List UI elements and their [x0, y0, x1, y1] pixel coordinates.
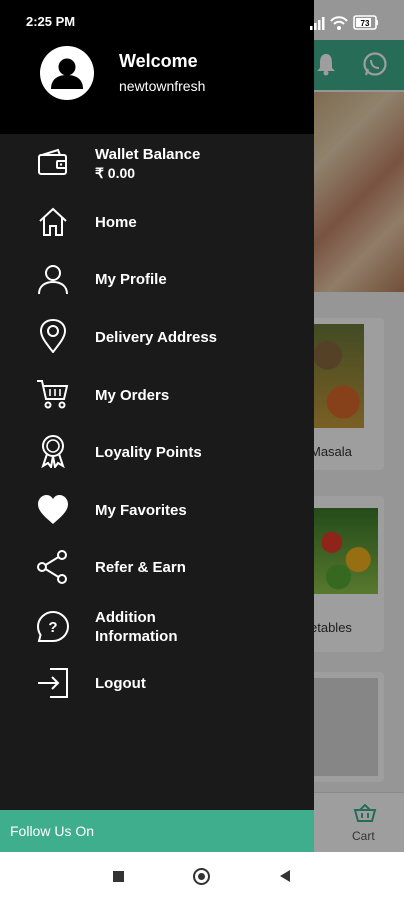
share-icon	[37, 550, 67, 584]
status-icons: 73	[310, 15, 378, 30]
menu-item-label: Home	[95, 214, 137, 231]
back-button[interactable]	[280, 870, 290, 882]
user-avatar-icon	[51, 58, 83, 89]
avatar[interactable]	[40, 46, 94, 100]
menu-item-label: Loyality Points	[95, 444, 202, 461]
menu-item-loyality-points[interactable]: Loyality Points	[0, 426, 314, 478]
wifi-icon	[330, 16, 348, 30]
follow-us-label: Follow Us On	[10, 823, 95, 839]
menu-item-my-orders[interactable]: My Orders	[0, 369, 314, 421]
menu-item-home[interactable]: Home	[0, 196, 314, 248]
heart-icon	[38, 495, 68, 524]
menu-item-my-favorites[interactable]: My Favorites	[0, 484, 314, 536]
signal-icon	[310, 17, 325, 30]
username: newtownfresh	[119, 78, 206, 94]
wallet-balance-value: ₹ 0.00	[95, 165, 136, 181]
cart-icon	[37, 380, 69, 409]
wallet-balance-label: Wallet Balance	[95, 146, 201, 163]
recent-apps-button[interactable]	[113, 871, 124, 882]
profile-icon	[38, 265, 68, 295]
menu-item-label: My Favorites	[95, 502, 187, 519]
menu-item-label: Delivery Address	[95, 329, 218, 346]
wallet-icon	[38, 148, 67, 175]
menu-item-delivery-address[interactable]: Delivery Address	[0, 311, 314, 363]
home-icon	[39, 207, 67, 236]
menu-item-label: Addition Information	[95, 609, 178, 645]
badge-icon	[41, 435, 65, 468]
menu-item-label: My Profile	[95, 271, 167, 288]
menu-item-logout[interactable]: Logout	[0, 657, 314, 709]
menu-item-refer-earn[interactable]: Refer & Earn	[0, 541, 314, 593]
welcome-title: Welcome	[119, 51, 198, 71]
menu-item-my-profile[interactable]: My Profile	[0, 253, 314, 305]
menu-item-label: My Orders	[95, 387, 170, 404]
menu-item-label: Logout	[95, 675, 146, 692]
logout-icon	[38, 668, 68, 698]
menu-item-addition-information[interactable]: ? Addition Information	[0, 600, 314, 656]
battery-level: 73	[361, 19, 370, 28]
location-pin-icon	[39, 319, 67, 353]
menu-item-label: Refer & Earn	[95, 559, 186, 576]
help-icon: ?	[36, 610, 70, 642]
system-navigation-bar	[0, 852, 404, 900]
status-time: 2:25 PM	[26, 14, 76, 29]
home-button[interactable]	[193, 868, 210, 885]
battery-icon: 73	[353, 15, 378, 30]
follow-us-bar[interactable]: Follow Us On	[0, 810, 314, 852]
svg-text:?: ?	[48, 619, 57, 636]
status-bar: 2:25 PM	[0, 0, 314, 40]
navigation-drawer: Welcome newtownfresh Wallet Balance ₹ 0.…	[0, 0, 314, 852]
